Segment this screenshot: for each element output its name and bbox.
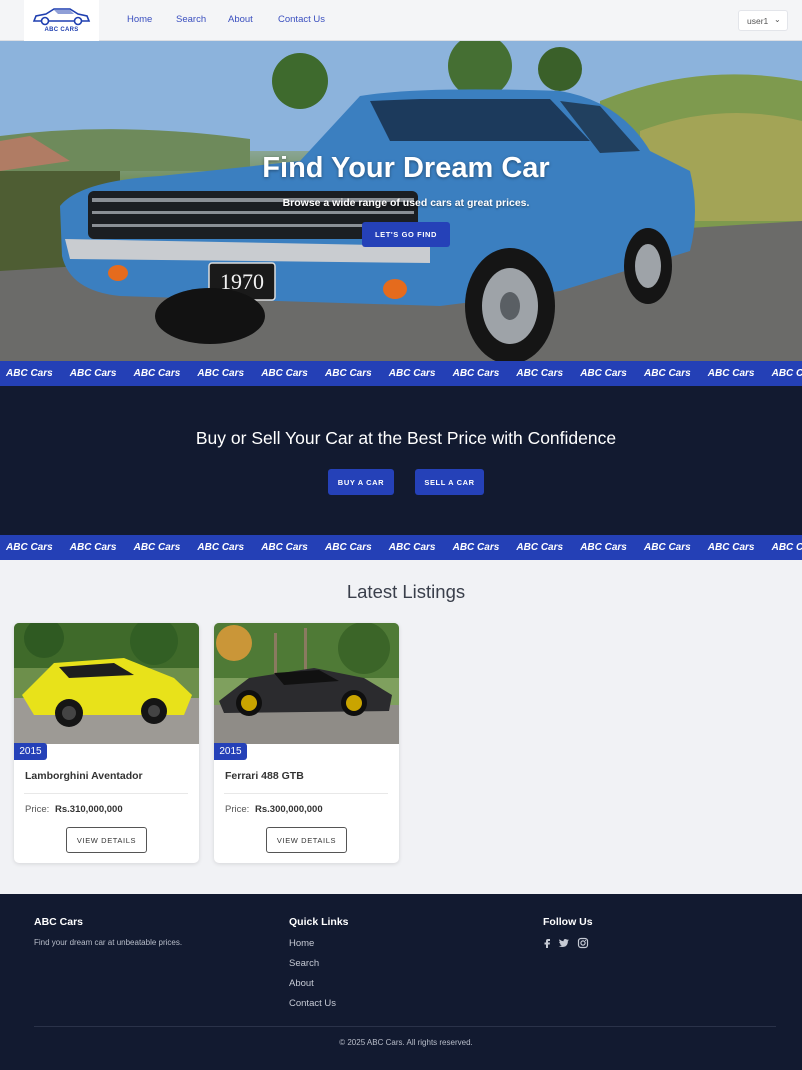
divider bbox=[224, 793, 388, 794]
facebook-icon[interactable] bbox=[541, 937, 553, 949]
ticker-item: ABC Cars bbox=[707, 542, 755, 553]
ticker-item: ABC Cars bbox=[644, 368, 691, 379]
car-image[interactable] bbox=[214, 623, 399, 744]
ticker-item: ABC Cars bbox=[580, 368, 627, 379]
ticker-item: ABC Cars bbox=[644, 542, 691, 553]
ticker-item: ABC Cars bbox=[325, 542, 372, 553]
footer-divider bbox=[34, 1026, 776, 1027]
quick-links-title: Quick Links bbox=[289, 916, 349, 928]
footer-link-contact[interactable]: Contact Us bbox=[289, 998, 336, 1009]
listing-card[interactable]: 2015 Lamborghini Aventador Price: Rs.310… bbox=[14, 623, 199, 863]
car-logo-icon bbox=[32, 8, 91, 26]
footer-link-home[interactable]: Home bbox=[289, 938, 314, 949]
logo[interactable]: ABC CARS bbox=[24, 0, 99, 41]
footer-brand-text: Find your dream car at unbeatable prices… bbox=[34, 938, 183, 947]
brand-ticker: ABC Cars ABC Cars ABC Cars ABC Cars ABC Cars… bbox=[0, 361, 802, 386]
lamborghini-image bbox=[14, 623, 199, 744]
view-details-button[interactable]: VIEW DETAILS bbox=[266, 827, 347, 853]
lets-go-find-button[interactable]: LET'S GO FIND bbox=[362, 222, 450, 247]
ticker-item: ABC Cars bbox=[69, 368, 117, 379]
ticker-item: ABC Cars bbox=[133, 368, 181, 379]
ticker-item: ABC Cars bbox=[771, 368, 802, 379]
navbar: ABC CARS Home Search About Contact Us us… bbox=[0, 0, 802, 41]
price-label: Price: bbox=[25, 804, 50, 815]
ticker-item: ABC Cars bbox=[261, 368, 308, 379]
buy-sell-title: Buy or Sell Your Car at the Best Price w… bbox=[195, 428, 617, 448]
ticker-item: ABC Cars bbox=[197, 542, 245, 553]
car-name: Lamborghini Aventador bbox=[25, 770, 143, 782]
nav-link-contact[interactable]: Contact Us bbox=[278, 14, 325, 25]
user-name: user1 bbox=[747, 16, 769, 26]
footer-brand-title: ABC Cars bbox=[34, 916, 84, 928]
car-price: Rs.300,000,000 bbox=[255, 804, 323, 815]
ticker-item: ABC Cars bbox=[133, 542, 181, 553]
hero-title: Find Your Dream Car bbox=[262, 152, 550, 184]
car-price: Rs.310,000,000 bbox=[55, 804, 123, 815]
ticker-item: ABC Cars bbox=[325, 368, 372, 379]
brand-ticker: ABC Cars ABC Cars ABC Cars ABC Cars ABC Cars… bbox=[0, 535, 802, 560]
instagram-icon[interactable] bbox=[577, 937, 589, 949]
logo-text: ABC CARS bbox=[44, 27, 79, 33]
year-badge: 2015 bbox=[214, 743, 247, 760]
footer-link-about[interactable]: About bbox=[289, 978, 314, 989]
ticker-item: ABC Cars bbox=[516, 368, 564, 379]
ticker-item: ABC Cars bbox=[261, 542, 308, 553]
ticker-item: ABC Cars bbox=[6, 542, 53, 553]
latest-listings-title: Latest Listings bbox=[346, 581, 466, 602]
ticker-item: ABC Cars bbox=[69, 542, 117, 553]
ticker-item: ABC Cars bbox=[452, 542, 500, 553]
ticker-item: ABC Cars bbox=[771, 542, 802, 553]
ticker-item: ABC Cars bbox=[516, 542, 564, 553]
car-image[interactable] bbox=[14, 623, 199, 744]
ticker-item: ABC Cars bbox=[6, 368, 53, 379]
ticker-item: ABC Cars bbox=[388, 368, 436, 379]
view-details-button[interactable]: VIEW DETAILS bbox=[66, 827, 147, 853]
footer: ABC Cars Find your dream car at unbeatab… bbox=[0, 894, 802, 1070]
car-name: Ferrari 488 GTB bbox=[225, 770, 304, 782]
ticker-item: ABC Cars bbox=[452, 368, 500, 379]
buy-car-button[interactable]: BUY A CAR bbox=[328, 469, 394, 495]
ticker-item: ABC Cars bbox=[197, 368, 245, 379]
ticker-item: ABC Cars bbox=[580, 542, 627, 553]
nav-link-about[interactable]: About bbox=[228, 14, 253, 25]
hero-subtitle: Browse a wide range of used cars at grea… bbox=[282, 197, 530, 209]
price-label: Price: bbox=[225, 804, 250, 815]
ticker-item: ABC Cars bbox=[388, 542, 436, 553]
follow-us-title: Follow Us bbox=[543, 916, 593, 928]
footer-link-search[interactable]: Search bbox=[289, 958, 319, 969]
year-badge: 2015 bbox=[14, 743, 47, 760]
chevron-down-icon: ⌄ bbox=[774, 15, 781, 24]
twitter-icon[interactable] bbox=[558, 937, 570, 949]
copyright: © 2025 ABC Cars. All rights reserved. bbox=[339, 1038, 473, 1047]
buy-sell-section: Buy or Sell Your Car at the Best Price w… bbox=[0, 386, 802, 536]
nav-link-search[interactable]: Search bbox=[176, 14, 206, 25]
ticker-item: ABC Cars bbox=[707, 368, 755, 379]
user-menu-button[interactable]: user1 ⌄ bbox=[738, 10, 788, 31]
hero-section: 1970 Find Your Dream Car Browse a wide r… bbox=[0, 41, 802, 361]
nav-link-home[interactable]: Home bbox=[127, 14, 152, 25]
listing-card[interactable]: 2015 Ferrari 488 GTB Price: Rs.300,000,0… bbox=[214, 623, 399, 863]
divider bbox=[24, 793, 188, 794]
ferrari-image bbox=[214, 623, 399, 744]
sell-car-button[interactable]: SELL A CAR bbox=[415, 469, 484, 495]
